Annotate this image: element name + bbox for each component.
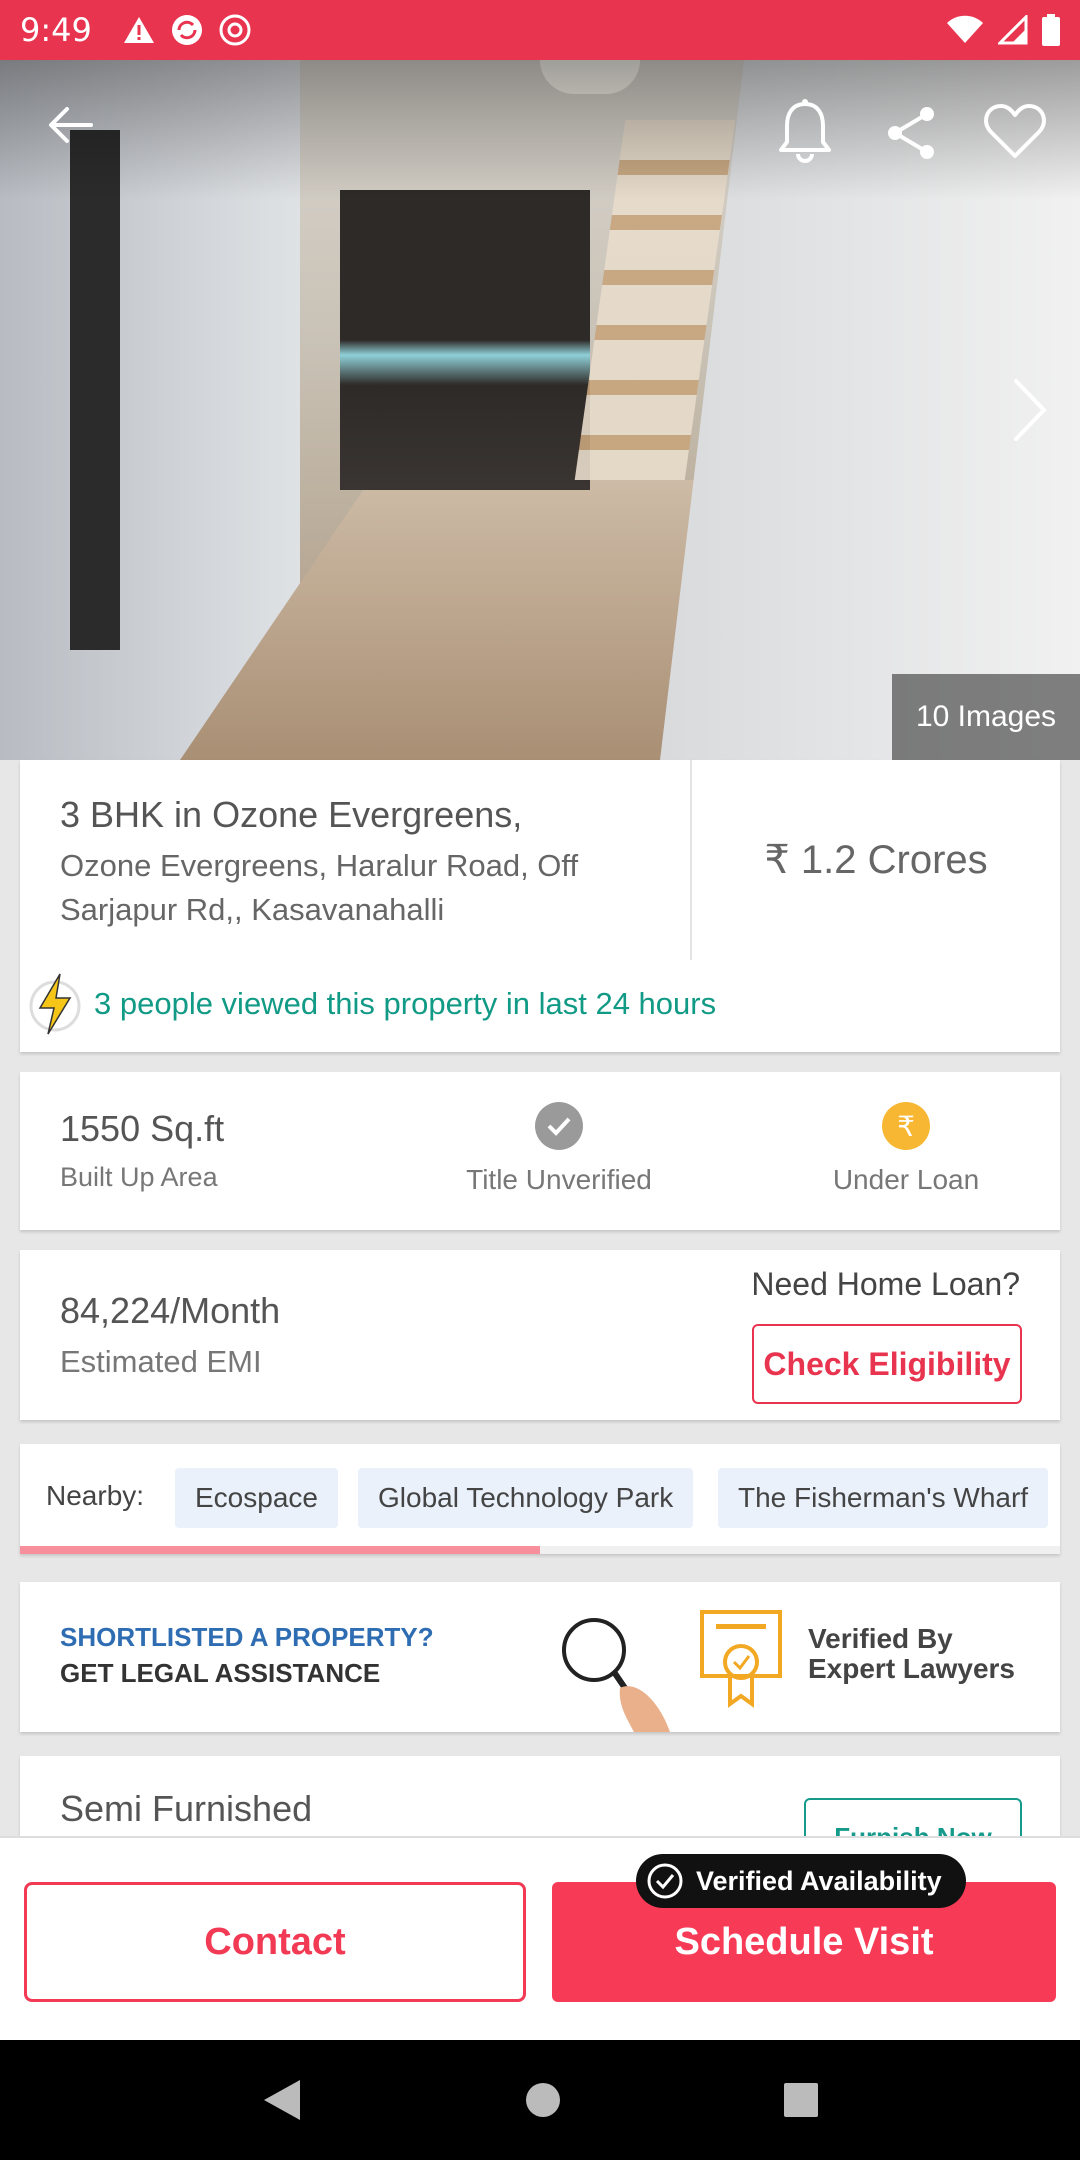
furnishing-card: Semi Furnished Furnish Now (20, 1756, 1060, 1836)
furnish-now-button[interactable]: Furnish Now (804, 1798, 1022, 1836)
verified-by-line2: Expert Lawyers (808, 1653, 1015, 1684)
back-arrow-icon (49, 107, 93, 143)
favorite-button[interactable] (980, 96, 1050, 166)
alert-button[interactable] (772, 96, 838, 166)
verified-by-line1: Verified By (808, 1623, 953, 1654)
nearby-scroll-fill (20, 1546, 540, 1554)
nearby-card: Nearby: Ecospace Global Technology Park … (20, 1444, 1060, 1554)
nearby-label: Nearby: (46, 1480, 145, 1511)
at-sign-app-icon (219, 14, 251, 46)
listing-title: 3 BHK in Ozone Evergreens, (60, 794, 523, 835)
nearby-chip[interactable]: Ecospace (175, 1468, 338, 1528)
warning-icon (123, 17, 154, 43)
nav-home-icon[interactable] (523, 2080, 563, 2120)
area-details-card: 1550 Sq.ft Built Up Area Title Unverifie… (20, 1072, 1060, 1230)
verified-by-lawyers: Verified By Expert Lawyers (808, 1624, 1015, 1684)
photo-door (70, 130, 120, 650)
nav-back-icon[interactable] (260, 2076, 304, 2124)
next-image-button[interactable] (1000, 370, 1060, 450)
furnishing-state: Semi Furnished (60, 1788, 313, 1829)
share-icon (888, 107, 934, 159)
verified-availability-badge: Verified Availability (636, 1854, 966, 1908)
nearby-chip[interactable]: The Fisherman's Wharf (718, 1468, 1049, 1528)
system-nav-bar (0, 2040, 1080, 2160)
loan-status-label: Under Loan (832, 1164, 980, 1195)
check-icon (535, 1102, 583, 1150)
certificate-icon (700, 1610, 782, 1708)
image-count-badge[interactable]: 10 Images (892, 674, 1080, 760)
built-up-area-label: Built Up Area (60, 1162, 218, 1192)
nearby-scroll-indicator (20, 1546, 1060, 1554)
status-bar: 9:49 (0, 0, 1080, 60)
contact-button[interactable]: Contact (24, 1882, 526, 2002)
magnifier-hand-icon (562, 1618, 670, 1732)
listing-price: ₹ 1.2 Crores (764, 838, 988, 882)
nearby-chip[interactable]: Global Technology Park (358, 1468, 694, 1528)
title-status: Title Unverified (429, 1102, 689, 1196)
share-button[interactable] (878, 100, 944, 166)
legal-question: SHORTLISTED A PROPERTY? (60, 1622, 434, 1652)
verified-availability-text: Verified Availability (696, 1865, 942, 1896)
views-notice-text: 3 people viewed this property in last 24… (94, 986, 717, 1021)
views-notice: 3 people viewed this property in last 24… (28, 972, 716, 1036)
chevron-right-icon (1014, 379, 1047, 441)
rupee-icon: ₹ (882, 1102, 930, 1150)
property-photo[interactable]: 10 Images (0, 60, 1080, 760)
check-eligibility-button[interactable]: Check Eligibility (752, 1324, 1022, 1404)
battery-icon (1042, 14, 1060, 46)
bottom-action-bar: Contact Schedule Visit Verified Availabi… (0, 1836, 1080, 2040)
legal-cta: GET LEGAL ASSISTANCE (60, 1658, 381, 1688)
status-time: 9:49 (20, 11, 92, 49)
listing-summary-card: 3 BHK in Ozone Evergreens, Ozone Evergre… (20, 760, 1060, 1052)
emi-card: 84,224/Month Estimated EMI Need Home Loa… (20, 1250, 1060, 1420)
emi-label: Estimated EMI (60, 1344, 262, 1379)
wifi-icon (947, 15, 983, 44)
cell-signal-icon (998, 15, 1028, 45)
loan-status: ₹ Under Loan (776, 1102, 1036, 1196)
back-button[interactable] (40, 100, 100, 150)
listing-address: Ozone Evergreens, Haralur Road, Off Sarj… (60, 848, 579, 927)
sync-app-icon (171, 15, 202, 45)
check-circle-icon (647, 1863, 683, 1899)
photo-doorway (340, 190, 590, 490)
heart-icon (984, 104, 1046, 158)
lightning-icon (29, 973, 81, 1035)
home-loan-prompt: Need Home Loan? (751, 1266, 1020, 1302)
title-status-label: Title Unverified (466, 1164, 652, 1195)
bell-icon (779, 99, 831, 163)
built-up-area-value: 1550 Sq.ft (60, 1108, 225, 1149)
legal-assistance-banner[interactable]: SHORTLISTED A PROPERTY? GET LEGAL ASSIST… (20, 1582, 1060, 1732)
emi-value: 84,224/Month (60, 1290, 281, 1331)
nav-recents-icon[interactable] (782, 2081, 820, 2119)
